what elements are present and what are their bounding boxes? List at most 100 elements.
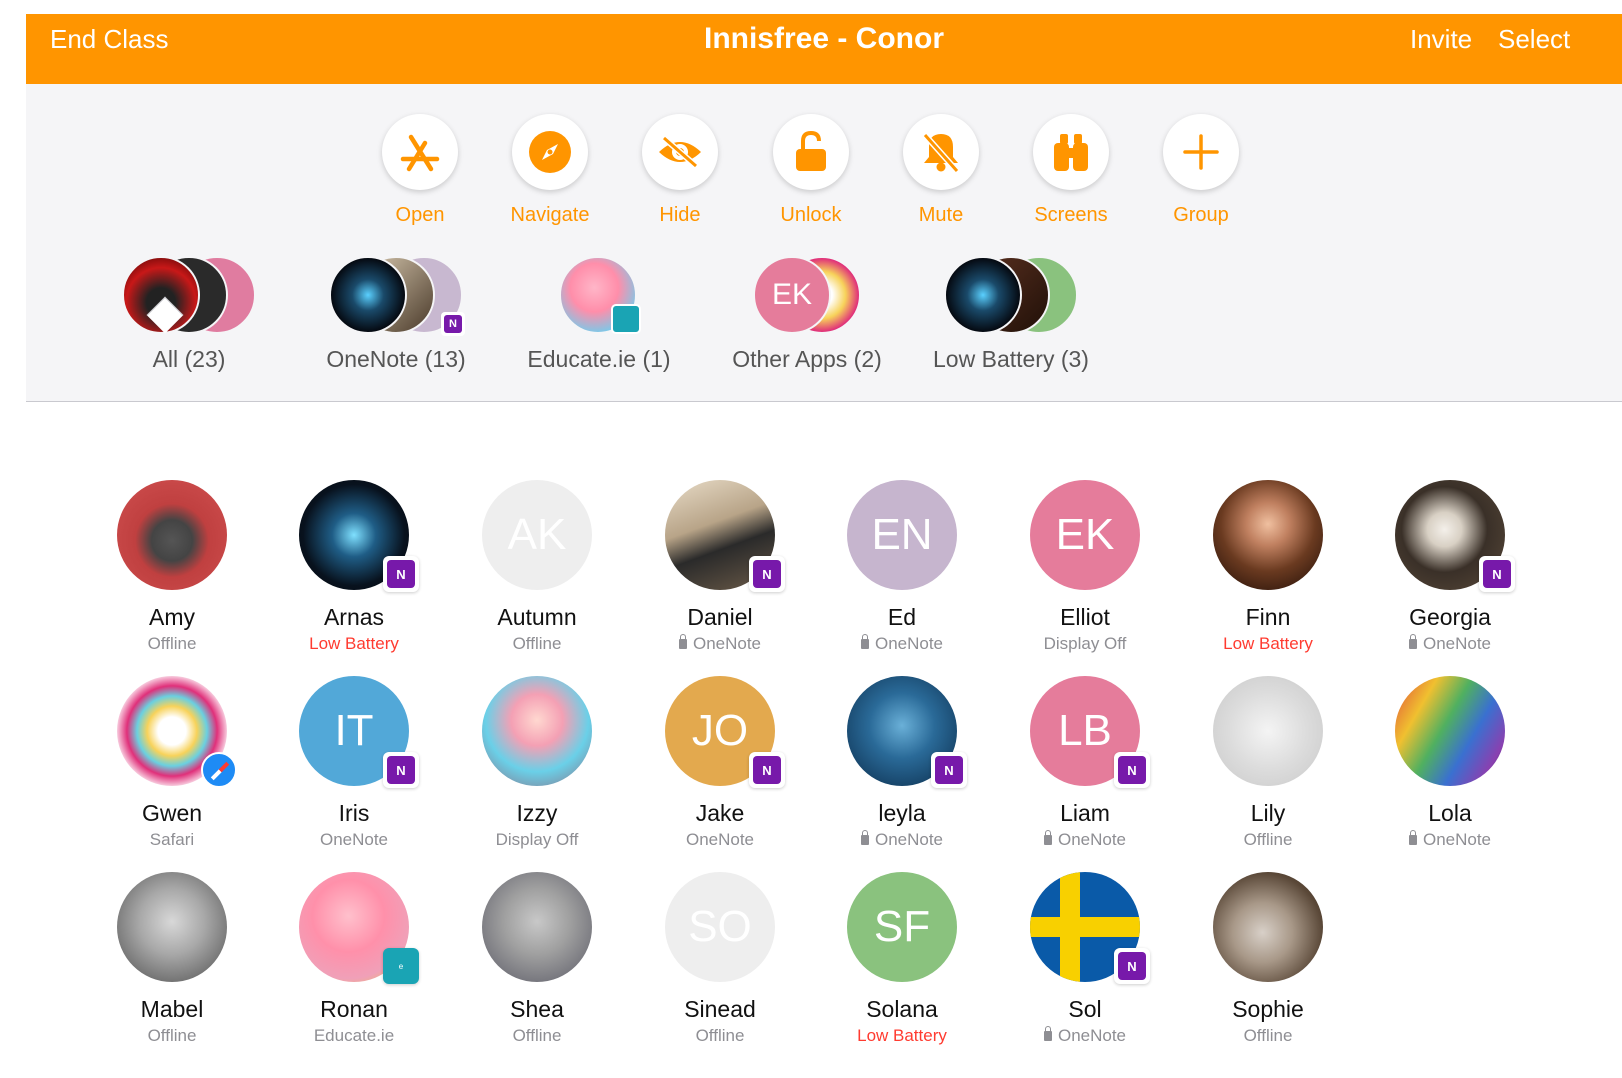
navigate-action-button[interactable]: Navigate <box>485 114 615 227</box>
avatar: N <box>299 480 419 592</box>
student-name: Jake <box>695 800 745 826</box>
student-tile-lola[interactable]: Lola OneNote <box>1355 676 1545 850</box>
open-action-label: Open <box>395 204 445 226</box>
student-status: Offline <box>1243 1026 1293 1045</box>
student-tile-amy[interactable]: Amy Offline <box>77 480 267 654</box>
student-name: Shea <box>510 996 564 1022</box>
student-name: Liam <box>1060 800 1110 826</box>
lock-icon <box>678 634 687 649</box>
filter-tab-all[interactable]: All (23) <box>114 254 264 373</box>
status-text: OneNote <box>874 830 944 849</box>
onenote-icon: N <box>1483 560 1511 588</box>
student-status: Offline <box>147 634 197 653</box>
unlock-action-button[interactable]: Unlock <box>746 114 876 227</box>
invite-button[interactable]: Invite <box>1410 24 1472 55</box>
hide-action-circle <box>642 114 718 190</box>
screens-action-circle <box>1033 114 1109 190</box>
student-name: Iris <box>338 800 370 826</box>
student-tile-elliot[interactable]: EK Elliot Display Off <box>990 480 1180 654</box>
filter-tab-other-apps[interactable]: EK Other Apps (2) <box>722 254 892 373</box>
student-tile-liam[interactable]: LB N Liam OneNote <box>990 676 1180 850</box>
onenote-badge: N <box>1114 948 1150 984</box>
student-tile-jake[interactable]: JO N Jake OneNote <box>625 676 815 850</box>
bell-slash-icon <box>922 133 960 173</box>
student-tile-shea[interactable]: Shea Offline <box>442 872 632 1046</box>
student-name: Sinead <box>684 996 756 1022</box>
student-tile-iris[interactable]: IT N Iris OneNote <box>259 676 449 850</box>
avatar: N <box>665 480 785 592</box>
open-action-button[interactable]: Open <box>355 114 485 227</box>
onenote-icon: N <box>1118 952 1146 980</box>
filter-tab-label: Low Battery (3) <box>933 346 1089 372</box>
student-tile-finn[interactable]: Finn Low Battery <box>1173 480 1363 654</box>
filter-tab-onenote[interactable]: N OneNote (13) <box>316 254 476 373</box>
compass-icon <box>529 131 571 173</box>
app-store-icon <box>400 134 440 172</box>
avatar <box>1395 676 1505 786</box>
onenote-app-icon: N <box>441 312 465 336</box>
open-action-circle <box>382 114 458 190</box>
student-status: OneNote <box>807 830 997 850</box>
avatar-photo <box>482 676 592 786</box>
filter-tab-low-battery[interactable]: Low Battery (3) <box>926 254 1096 373</box>
mute-action-circle <box>903 114 979 190</box>
student-name: Sol <box>1068 996 1102 1022</box>
avatar-photo <box>1213 480 1323 590</box>
unlock-action-label: Unlock <box>780 204 842 226</box>
student-name: Lola <box>1428 800 1472 826</box>
student-status: OneNote <box>990 830 1180 850</box>
student-tile-georgia[interactable]: N Georgia OneNote <box>1355 480 1545 654</box>
student-status: OneNote <box>1355 830 1545 850</box>
avatar <box>117 872 227 982</box>
screens-action-button[interactable]: Screens <box>1006 114 1136 227</box>
avatar: JO N <box>665 676 785 788</box>
status-text: OneNote <box>1057 1026 1127 1045</box>
avatar: N <box>1395 480 1515 592</box>
student-tile-leyla[interactable]: N leyla OneNote <box>807 676 997 850</box>
onenote-icon: N <box>753 560 781 588</box>
student-status: OneNote <box>807 634 997 654</box>
filter-avatar-stack <box>559 254 641 334</box>
avatar: SF <box>847 872 957 982</box>
avatar: SO <box>665 872 775 982</box>
student-name: Mabel <box>140 996 204 1022</box>
student-tile-lily[interactable]: Lily Offline <box>1173 676 1363 850</box>
group-action-button[interactable]: Group <box>1136 114 1266 227</box>
hide-action-label: Hide <box>659 204 701 226</box>
student-tile-solana[interactable]: SF Solana Low Battery <box>807 872 997 1046</box>
student-tile-sophie[interactable]: Sophie Offline <box>1173 872 1363 1046</box>
student-status: OneNote <box>319 830 389 849</box>
stack-avatar <box>329 256 407 334</box>
student-tile-gwen[interactable]: Gwen Safari <box>77 676 267 850</box>
student-tile-sol[interactable]: N Sol OneNote <box>990 872 1180 1046</box>
student-status: Display Off <box>1043 634 1127 653</box>
avatar: EK <box>1030 480 1140 590</box>
avatar-initials: EN <box>847 480 957 590</box>
onenote-icon: N <box>753 756 781 784</box>
student-tile-ronan[interactable]: e Ronan Educate.ie <box>259 872 449 1046</box>
avatar: e <box>299 872 419 984</box>
avatar <box>1213 480 1323 590</box>
student-tile-sinead[interactable]: SO Sinead Offline <box>625 872 815 1046</box>
stack-avatar <box>944 256 1022 334</box>
student-tile-daniel[interactable]: N Daniel OneNote <box>625 480 815 654</box>
filter-avatar-stack: N <box>329 254 465 336</box>
student-tile-arnas[interactable]: N Arnas Low Battery <box>259 480 449 654</box>
student-tile-mabel[interactable]: Mabel Offline <box>77 872 267 1046</box>
select-button[interactable]: Select <box>1498 24 1570 55</box>
student-tile-ed[interactable]: EN Ed OneNote <box>807 480 997 654</box>
student-status: Educate.ie <box>313 1026 395 1045</box>
student-tile-autumn[interactable]: AK Autumn Offline <box>442 480 632 654</box>
filter-tab-educate[interactable]: Educate.ie (1) <box>524 254 674 373</box>
mute-action-button[interactable]: Mute <box>876 114 1006 227</box>
avatar-photo <box>1395 676 1505 786</box>
action-toolbar: Open Navigate Hide Unlock Mute Screens G… <box>26 84 1622 234</box>
avatar-photo <box>1213 872 1323 982</box>
filter-avatar-stack <box>122 254 256 334</box>
student-tile-izzy[interactable]: Izzy Display Off <box>442 676 632 850</box>
class-actions-panel: Open Navigate Hide Unlock Mute Screens G… <box>26 84 1622 402</box>
hide-action-button[interactable]: Hide <box>615 114 745 227</box>
onenote-badge: N <box>383 752 419 788</box>
top-navigation-bar: End Class Innisfree - Conor Invite Selec… <box>26 14 1622 84</box>
onenote-badge: N <box>1479 556 1515 592</box>
